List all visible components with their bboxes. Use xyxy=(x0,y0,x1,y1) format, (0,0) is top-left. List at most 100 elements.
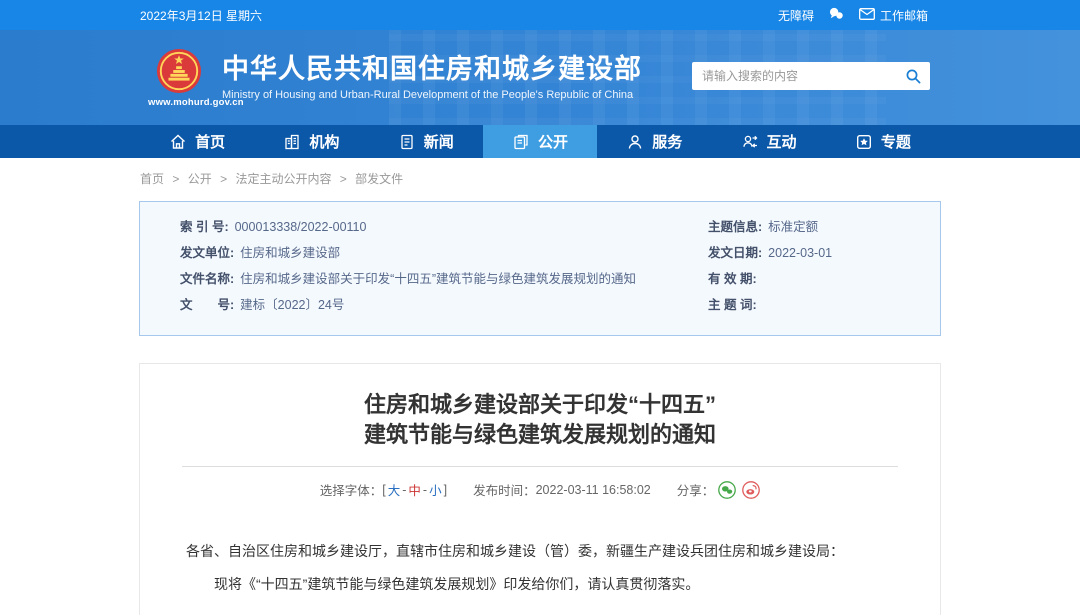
interaction-icon xyxy=(741,133,759,151)
work-mailbox-link[interactable]: 工作邮箱 xyxy=(859,7,928,24)
share-group: 分享： xyxy=(677,480,761,499)
font-size-large-link[interactable]: 大 xyxy=(388,480,401,499)
nav-label: 新闻 xyxy=(424,131,454,152)
font-selector-label: 选择字体： xyxy=(320,480,383,499)
document-info-panel: 索 引 号: 000013338/2022-00110 发文单位: 住房和城乡建… xyxy=(139,201,941,336)
document-body: 各省、自治区住房和城乡建设厅，直辖市住房和城乡建设（管）委，新疆生产建设兵团住房… xyxy=(140,499,940,601)
nav-label: 互动 xyxy=(767,131,797,152)
font-size-medium-link[interactable]: 中 xyxy=(408,480,421,499)
weibo-share-icon xyxy=(742,481,760,499)
search-icon xyxy=(905,68,922,85)
info-label: 主 题 词: xyxy=(708,297,757,314)
nav-item-news[interactable]: 新闻 xyxy=(369,125,483,158)
main-nav: 首页 机构 新闻 公开 服务 互动 专题 xyxy=(0,125,1080,158)
info-label: 文 号: xyxy=(180,297,234,314)
info-row-validity-period: 有 效 期: xyxy=(708,271,920,288)
info-value: 000013338/2022-00110 xyxy=(235,219,367,236)
nav-item-disclosure[interactable]: 公开 xyxy=(483,125,597,158)
org-icon xyxy=(283,133,301,151)
info-row-topic-info: 主题信息: 标准定额 xyxy=(708,219,920,236)
font-size-selector: 选择字体： [ 大 - 中 - 小 ] xyxy=(320,480,447,499)
search-input[interactable] xyxy=(702,69,905,83)
font-size-small-link[interactable]: 小 xyxy=(429,480,442,499)
news-icon xyxy=(398,133,416,151)
disclosure-icon xyxy=(512,133,530,151)
info-value: 建标〔2022〕24号 xyxy=(240,297,344,314)
weibo-share-button[interactable] xyxy=(742,481,760,499)
info-label: 发文日期: xyxy=(708,245,762,262)
nav-label: 公开 xyxy=(538,131,568,152)
info-label: 索 引 号: xyxy=(180,219,229,236)
breadcrumb-statutory[interactable]: 法定主动公开内容 xyxy=(235,172,331,186)
breadcrumb-home[interactable]: 首页 xyxy=(140,172,164,186)
mailbox-label: 工作邮箱 xyxy=(880,7,928,24)
info-panel-right: 主题信息: 标准定额 发文日期: 2022-03-01 有 效 期: 主 题 词… xyxy=(708,219,920,323)
info-row-index-number: 索 引 号: 000013338/2022-00110 xyxy=(180,219,708,236)
nav-item-org[interactable]: 机构 xyxy=(254,125,368,158)
nav-label: 服务 xyxy=(652,131,682,152)
topbar: 2022年3月12日 星期六 无障碍 工作邮箱 xyxy=(0,0,1080,30)
info-row-document-name: 文件名称: 住房和城乡建设部关于印发“十四五”建筑节能与绿色建筑发展规划的通知 xyxy=(180,271,708,288)
document-title: 住房和城乡建设部关于印发“十四五” 建筑节能与绿色建筑发展规划的通知 xyxy=(140,390,940,450)
info-row-issue-date: 发文日期: 2022-03-01 xyxy=(708,245,920,262)
font-separator: - xyxy=(402,483,406,497)
nav-label: 专题 xyxy=(881,131,911,152)
info-value: 住房和城乡建设部关于印发“十四五”建筑节能与绿色建筑发展规划的通知 xyxy=(240,271,636,288)
share-label: 分享： xyxy=(677,480,715,499)
chat-link[interactable] xyxy=(828,6,845,24)
site-name-english: Ministry of Housing and Urban-Rural Deve… xyxy=(222,89,642,101)
search-button[interactable] xyxy=(905,68,922,85)
breadcrumb-separator: > xyxy=(172,172,179,186)
document-paragraph: 现将《“十四五”建筑节能与绿色建筑发展规划》印发给你们，请认真贯彻落实。 xyxy=(186,568,894,601)
nav-item-service[interactable]: 服务 xyxy=(597,125,711,158)
font-bracket: [ xyxy=(382,483,385,497)
breadcrumb-separator: > xyxy=(340,172,347,186)
share-icons xyxy=(718,481,760,499)
breadcrumb-current: 部发文件 xyxy=(355,172,403,186)
document-title-line2: 建筑节能与绿色建筑发展规划的通知 xyxy=(140,420,940,450)
wechat-share-button[interactable] xyxy=(718,481,736,499)
topbar-links: 无障碍 工作邮箱 xyxy=(778,6,928,24)
nav-item-home[interactable]: 首页 xyxy=(140,125,254,158)
info-value: 2022-03-01 xyxy=(768,245,832,262)
search-box xyxy=(692,62,930,90)
nav-label: 首页 xyxy=(195,131,225,152)
wechat-share-icon xyxy=(718,481,736,499)
site-header: www.mohurd.gov.cn 中华人民共和国住房和城乡建设部 Minist… xyxy=(0,30,1080,125)
nav-item-interaction[interactable]: 互动 xyxy=(711,125,825,158)
nav-label: 机构 xyxy=(309,131,339,152)
national-emblem-icon xyxy=(156,48,202,94)
topbar-date: 2022年3月12日 星期六 xyxy=(140,7,262,24)
mail-icon xyxy=(859,8,875,23)
info-value: 住房和城乡建设部 xyxy=(240,245,340,262)
info-label: 主题信息: xyxy=(708,219,762,236)
breadcrumb-separator: > xyxy=(220,172,227,186)
document-meta-row: 选择字体： [ 大 - 中 - 小 ] 发布时间： 2022-03-11 16:… xyxy=(140,480,940,499)
accessibility-link[interactable]: 无障碍 xyxy=(778,7,814,24)
site-name: 中华人民共和国住房和城乡建设部 xyxy=(222,54,642,84)
publish-time-label: 发布时间： xyxy=(473,480,536,499)
site-logo[interactable]: www.mohurd.gov.cn xyxy=(148,48,210,108)
nav-item-topics[interactable]: 专题 xyxy=(826,125,940,158)
document-card: 住房和城乡建设部关于印发“十四五” 建筑节能与绿色建筑发展规划的通知 选择字体：… xyxy=(139,363,941,615)
site-url: www.mohurd.gov.cn xyxy=(148,97,210,108)
document-title-line1: 住房和城乡建设部关于印发“十四五” xyxy=(140,390,940,420)
home-icon xyxy=(169,133,187,151)
info-panel-left: 索 引 号: 000013338/2022-00110 发文单位: 住房和城乡建… xyxy=(180,219,708,323)
breadcrumb-disclosure[interactable]: 公开 xyxy=(188,172,212,186)
info-row-issuing-unit: 发文单位: 住房和城乡建设部 xyxy=(180,245,708,262)
info-label: 发文单位: xyxy=(180,245,234,262)
chat-bubbles-icon xyxy=(828,6,845,24)
font-bracket: ] xyxy=(444,483,447,497)
document-paragraph: 各省、自治区住房和城乡建设厅，直辖市住房和城乡建设（管）委，新疆生产建设兵团住房… xyxy=(186,535,894,568)
font-separator: - xyxy=(423,483,427,497)
accessibility-label: 无障碍 xyxy=(778,7,814,24)
topics-icon xyxy=(855,133,873,151)
info-value: 标准定额 xyxy=(768,219,818,236)
info-row-keywords: 主 题 词: xyxy=(708,297,920,314)
info-label: 文件名称: xyxy=(180,271,234,288)
site-title-block: 中华人民共和国住房和城乡建设部 Ministry of Housing and … xyxy=(222,54,642,101)
publish-time-group: 发布时间： 2022-03-11 16:58:02 xyxy=(473,480,651,499)
info-row-document-number: 文 号: 建标〔2022〕24号 xyxy=(180,297,708,314)
service-icon xyxy=(626,133,644,151)
